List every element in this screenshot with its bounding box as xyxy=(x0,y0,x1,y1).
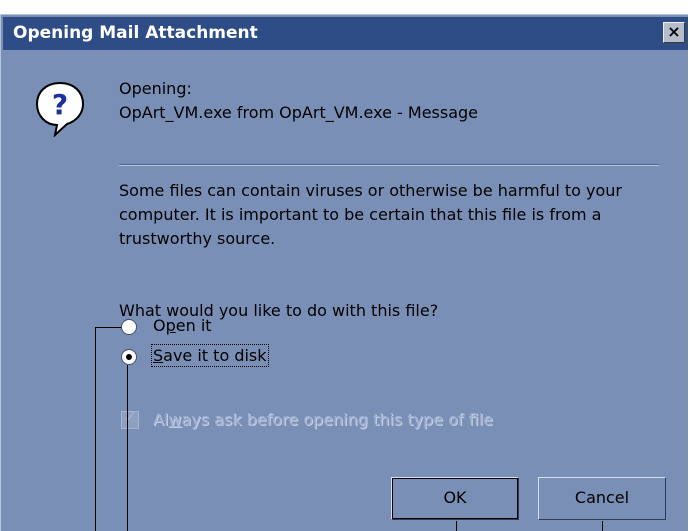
close-icon: × xyxy=(667,22,681,41)
callout-line-cancel xyxy=(602,521,603,531)
opening-file-name: OpArt_VM.exe from OpArt_VM.exe - Message xyxy=(119,103,479,122)
open-it-label[interactable]: Open it xyxy=(153,316,212,335)
save-to-disk-label[interactable]: Save it to disk xyxy=(151,344,269,367)
title-bar[interactable]: Opening Mail Attachment × xyxy=(3,17,688,50)
close-button[interactable]: × xyxy=(663,22,685,43)
radio-dot xyxy=(126,354,132,360)
svg-text:?: ? xyxy=(52,88,68,121)
callout-line-ok xyxy=(456,521,457,531)
separator xyxy=(119,164,659,166)
callout-line-open-v xyxy=(95,327,96,531)
radio-circle[interactable] xyxy=(121,319,137,335)
dialog-window: Opening Mail Attachment × ? Opening: OpA… xyxy=(0,14,688,531)
cancel-button[interactable]: Cancel xyxy=(538,477,666,520)
dialog-title: Opening Mail Attachment xyxy=(13,23,258,43)
radio-circle-selected[interactable] xyxy=(121,349,137,365)
opening-label: Opening: xyxy=(119,79,192,98)
callout-line-open-h xyxy=(95,327,121,328)
virus-warning-text: Some files can contain viruses or otherw… xyxy=(119,181,623,248)
always-ask-label: Always ask before opening this type of f… xyxy=(153,410,493,429)
always-ask-checkbox: ✓ xyxy=(121,408,139,429)
callout-line-save xyxy=(127,365,128,531)
question-icon: ? xyxy=(35,81,85,137)
checkmark-icon: ✓ xyxy=(123,408,138,428)
ok-button[interactable]: OK xyxy=(391,477,519,520)
